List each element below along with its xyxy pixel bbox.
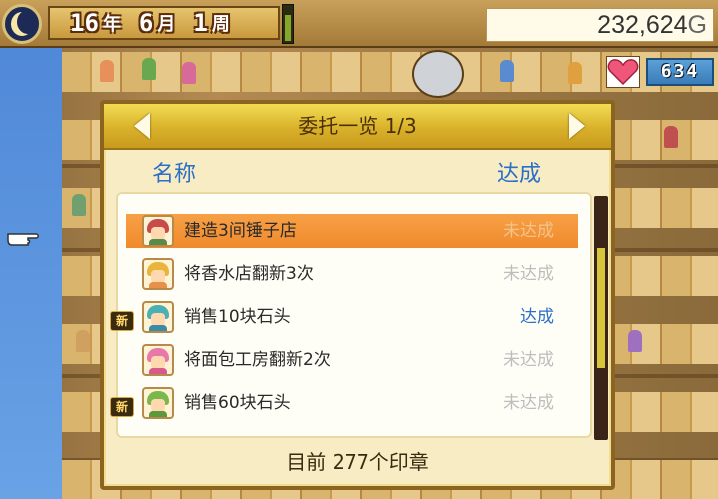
money-display: 232,624G — [486, 8, 714, 42]
week-unit: 周 — [211, 14, 230, 35]
townsperson-sprite — [100, 60, 114, 82]
request-label: 建造3间锤子店 — [184, 221, 297, 241]
request-status: 未达成 — [503, 264, 554, 284]
client-avatar — [142, 387, 174, 419]
request-list-dialog: 委托一览 1/3 名称 达成 建造3间锤子店 未达成 将香水店翻新3次 未达成 … — [100, 100, 615, 490]
townsperson-sprite — [182, 62, 196, 84]
top-hud: 16 年 6 月 1 周 232,624G — [0, 0, 718, 48]
list-item[interactable]: 将香水店翻新3次 未达成 — [126, 257, 578, 291]
request-label: 销售60块石头 — [184, 393, 291, 413]
townsperson-sprite — [628, 330, 642, 352]
stamp-count: 目前 277个印章 — [100, 446, 615, 475]
column-header-status: 达成 — [497, 162, 542, 187]
dialog-title: 委托一览 1/3 — [298, 114, 417, 138]
clock-tower-icon — [412, 50, 464, 98]
client-avatar — [142, 258, 174, 290]
townsperson-sprite — [142, 58, 156, 80]
request-label: 销售10块石头 — [184, 307, 291, 327]
townsperson-sprite — [664, 126, 678, 148]
heart-count: 634 — [646, 58, 714, 86]
request-status: 达成 — [520, 307, 554, 327]
townsperson-sprite — [568, 62, 582, 84]
stamp-count-suffix: 个印章 — [368, 450, 429, 474]
pointing-hand-icon — [7, 233, 39, 246]
money-value: 232,624 — [597, 11, 688, 39]
list-scrollbar[interactable] — [594, 196, 608, 440]
list-item[interactable]: 销售10块石头 达成 — [126, 300, 578, 334]
townsperson-sprite — [500, 60, 514, 82]
stamp-count-prefix: 目前 — [286, 450, 327, 474]
request-status: 未达成 — [503, 350, 554, 370]
stamp-count-value: 277 — [332, 450, 369, 474]
month-unit: 月 — [157, 14, 176, 35]
request-status: 未达成 — [503, 393, 554, 413]
list-item[interactable]: 将面包工房翻新2次 未达成 — [126, 343, 578, 377]
year-value: 16 — [70, 9, 99, 37]
townsperson-sprite — [76, 330, 90, 352]
request-label: 将面包工房翻新2次 — [184, 350, 331, 370]
client-avatar — [142, 301, 174, 333]
heart-icon — [606, 56, 640, 88]
week-value: 1 — [193, 9, 208, 37]
column-header-name: 名称 — [152, 162, 197, 187]
request-label: 将香水店翻新3次 — [184, 264, 314, 284]
week-progress-fill — [285, 14, 291, 41]
client-avatar — [142, 344, 174, 376]
list-item[interactable]: 销售60块石头 未达成 — [126, 386, 578, 420]
request-status: 未达成 — [503, 221, 554, 241]
townsperson-sprite — [72, 194, 86, 216]
year-unit: 年 — [102, 14, 121, 35]
month-value: 6 — [138, 9, 154, 37]
scrollbar-thumb[interactable] — [597, 248, 605, 368]
dialog-title-bar: 委托一览 1/3 — [104, 104, 611, 150]
moon-icon — [2, 4, 42, 44]
week-progress-gauge — [282, 4, 294, 44]
client-avatar — [142, 215, 174, 247]
money-unit: G — [687, 11, 707, 39]
sky-strip — [0, 0, 62, 499]
next-page-arrow-icon[interactable] — [569, 113, 585, 139]
list-item[interactable]: 建造3间锤子店 未达成 — [126, 214, 578, 248]
date-display: 16 年 6 月 1 周 — [48, 6, 280, 40]
